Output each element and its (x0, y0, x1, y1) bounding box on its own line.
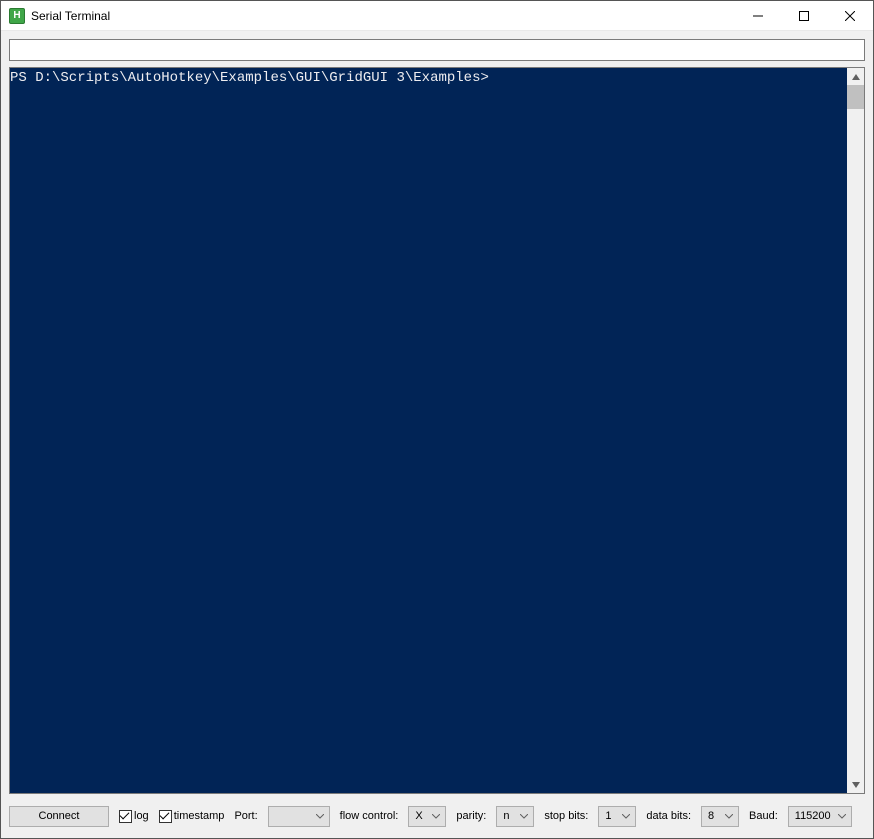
chevron-down-icon (429, 812, 443, 821)
chevron-down-icon (722, 812, 736, 821)
flow-control-label: flow control: (340, 810, 399, 822)
chevron-down-icon (313, 812, 327, 821)
flow-control-select[interactable]: X (408, 806, 446, 827)
terminal-output[interactable]: PS D:\Scripts\AutoHotkey\Examples\GUI\Gr… (10, 68, 847, 793)
chevron-down-icon (619, 812, 633, 821)
maximize-button[interactable] (781, 1, 827, 30)
log-label: log (134, 810, 149, 822)
chevron-down-icon (835, 812, 849, 821)
stop-bits-value: 1 (605, 810, 615, 822)
command-input[interactable] (9, 39, 865, 61)
timestamp-checkbox-wrap: timestamp (159, 810, 225, 823)
stop-bits-label: stop bits: (544, 810, 588, 822)
scroll-up-button[interactable] (847, 68, 864, 85)
minimize-button[interactable] (735, 1, 781, 30)
timestamp-checkbox[interactable] (159, 810, 172, 823)
bottom-toolbar: Connect log timestamp Port: flow control… (9, 804, 865, 828)
baud-select[interactable]: 115200 (788, 806, 852, 827)
app-icon: H (9, 8, 25, 24)
timestamp-label: timestamp (174, 810, 225, 822)
port-label: Port: (234, 810, 257, 822)
port-select[interactable] (268, 806, 330, 827)
scroll-track[interactable] (847, 85, 864, 776)
parity-value: n (503, 810, 513, 822)
close-button[interactable] (827, 1, 873, 30)
baud-value: 115200 (795, 810, 831, 822)
parity-label: parity: (456, 810, 486, 822)
scroll-thumb[interactable] (847, 85, 864, 109)
vertical-scrollbar[interactable] (847, 68, 864, 793)
title-left: H Serial Terminal (1, 8, 735, 24)
data-bits-select[interactable]: 8 (701, 806, 739, 827)
log-checkbox[interactable] (119, 810, 132, 823)
titlebar: H Serial Terminal (1, 1, 873, 31)
parity-select[interactable]: n (496, 806, 534, 827)
flow-control-value: X (415, 810, 425, 822)
window-title: Serial Terminal (31, 9, 110, 23)
log-checkbox-wrap: log (119, 810, 149, 823)
data-bits-value: 8 (708, 810, 718, 822)
client-area: PS D:\Scripts\AutoHotkey\Examples\GUI\Gr… (1, 31, 873, 838)
stop-bits-select[interactable]: 1 (598, 806, 636, 827)
scroll-down-button[interactable] (847, 776, 864, 793)
baud-label: Baud: (749, 810, 778, 822)
data-bits-label: data bits: (646, 810, 691, 822)
connect-button[interactable]: Connect (9, 806, 109, 827)
window-controls (735, 1, 873, 30)
chevron-down-icon (517, 812, 531, 821)
terminal-container: PS D:\Scripts\AutoHotkey\Examples\GUI\Gr… (9, 67, 865, 794)
app-window: H Serial Terminal PS D:\Scripts\AutoHotk… (0, 0, 874, 839)
